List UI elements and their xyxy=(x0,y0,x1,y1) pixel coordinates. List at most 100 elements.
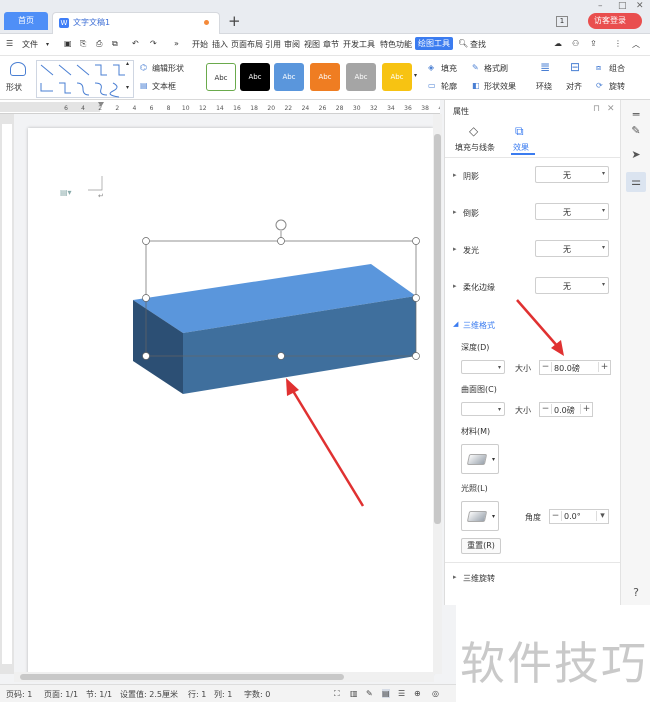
new-tab-icon[interactable]: + xyxy=(228,12,241,30)
tab-document[interactable]: W 文字文稿1 xyxy=(52,12,220,34)
window-count-badge[interactable]: 1 xyxy=(556,16,568,27)
minus-icon[interactable]: − xyxy=(540,404,552,414)
collapse-icon[interactable]: ◢ xyxy=(453,320,458,328)
three-d-format-label[interactable]: 三维格式 xyxy=(463,320,495,331)
angle-stepper[interactable]: − 0.0° ▾ xyxy=(549,509,609,524)
status-pages[interactable]: 页面: 1/1 xyxy=(44,689,78,700)
cloud-icon[interactable]: ☁ xyxy=(554,39,562,48)
web-view-icon[interactable]: ⊕ xyxy=(414,689,421,698)
plus-icon[interactable]: + xyxy=(580,404,592,414)
outline-icon[interactable]: ▭ xyxy=(428,81,436,90)
minus-icon[interactable]: − xyxy=(540,362,552,372)
tab-home[interactable]: 首页 xyxy=(4,12,48,30)
effect-icon[interactable]: ⧉ xyxy=(515,124,524,139)
style-orange[interactable]: Abc xyxy=(310,63,340,91)
menu-developer[interactable]: 开发工具 xyxy=(343,39,375,50)
style-black[interactable]: Abc xyxy=(240,63,270,91)
undo-icon[interactable]: ↶ xyxy=(132,39,139,48)
outline-view-icon[interactable]: ☰ xyxy=(398,689,405,698)
depth-stepper[interactable]: − 80.0磅 + xyxy=(539,360,611,375)
menu-special[interactable]: 特色功能 xyxy=(380,39,412,50)
group-icon[interactable]: ⧈ xyxy=(596,63,601,73)
soft-edge-select[interactable]: 无 ▾ xyxy=(535,277,609,294)
style-gray[interactable]: Abc xyxy=(346,63,376,91)
redo-icon[interactable]: ↷ xyxy=(150,39,157,48)
menu-chapter[interactable]: 章节 xyxy=(323,39,339,50)
menu-layout[interactable]: 页面布局 xyxy=(231,39,263,50)
shadow-select[interactable]: 无 ▾ xyxy=(535,166,609,183)
outline-label[interactable]: 轮廓 xyxy=(441,81,457,92)
style-white[interactable]: Abc xyxy=(206,63,236,91)
menu-drawing-tools[interactable]: 绘图工具 xyxy=(415,37,453,50)
three-d-rotation-label[interactable]: 三维旋转 xyxy=(463,573,495,584)
share-icon[interactable]: ⇪ xyxy=(590,39,597,48)
depth-value[interactable]: 80.0磅 xyxy=(554,363,596,374)
fill-icon[interactable]: ◈ xyxy=(428,63,434,72)
format-brush-icon[interactable]: ✎ xyxy=(472,63,479,72)
tab-fill-line[interactable]: 填充与线条 xyxy=(455,142,495,153)
style-blue[interactable]: Abc xyxy=(274,63,304,91)
more-options-icon[interactable]: ⋮ xyxy=(614,39,622,48)
shadow-row[interactable]: ▸ 阴影 无 ▾ xyxy=(453,166,615,186)
shape-label[interactable]: 形状 xyxy=(6,82,22,93)
reflection-row[interactable]: ▸ 倒影 无 ▾ xyxy=(453,203,615,223)
menu-review[interactable]: 审阅 xyxy=(284,39,300,50)
plus-icon[interactable]: + xyxy=(598,362,610,372)
properties-icon[interactable]: ⚌ xyxy=(626,172,646,192)
rotate-handle-icon[interactable] xyxy=(275,219,287,231)
shape-icon[interactable] xyxy=(10,62,26,76)
shape-effect-icon[interactable]: ◧ xyxy=(472,81,480,90)
shape-gallery[interactable] xyxy=(36,60,134,98)
write-mode-icon[interactable]: ✎ xyxy=(366,689,373,698)
contour-stepper[interactable]: − 0.0磅 + xyxy=(539,402,593,417)
menu-reference[interactable]: 引用 xyxy=(265,39,281,50)
status-col[interactable]: 列: 1 xyxy=(214,689,232,700)
contour-value[interactable]: 0.0磅 xyxy=(554,405,578,416)
soft-edge-row[interactable]: ▸ 柔化边缘 无 ▾ xyxy=(453,277,615,297)
menu-search[interactable]: 查找 xyxy=(470,39,486,50)
status-section[interactable]: 节: 1/1 xyxy=(86,689,112,700)
angle-value[interactable]: 0.0° xyxy=(564,512,594,521)
export-icon[interactable]: ⎘ xyxy=(80,39,86,49)
gallery-up-icon[interactable]: ▴ xyxy=(126,60,129,67)
hscroll-thumb[interactable] xyxy=(20,674,344,680)
format-brush-label[interactable]: 格式刷 xyxy=(484,63,508,74)
save-icon[interactable]: ▣ xyxy=(64,39,72,48)
menu-insert[interactable]: 插入 xyxy=(212,39,228,50)
rail-menu-icon[interactable]: ═ xyxy=(629,108,643,122)
read-mode-icon[interactable]: ▥ xyxy=(350,689,358,698)
rotate-label[interactable]: 旋转 xyxy=(609,81,625,92)
chevron-down-icon[interactable]: ▾ xyxy=(596,511,608,521)
vscroll-thumb[interactable] xyxy=(434,134,441,524)
glow-select[interactable]: 无 ▾ xyxy=(535,240,609,257)
status-page-number[interactable]: 页码: 1 xyxy=(6,689,32,700)
reflection-select[interactable]: 无 ▾ xyxy=(535,203,609,220)
status-row[interactable]: 行: 1 xyxy=(188,689,206,700)
preview-icon[interactable]: ⧉ xyxy=(112,39,118,49)
styles-more-icon[interactable]: ▾ xyxy=(414,72,417,79)
print-icon[interactable]: ⎙ xyxy=(96,39,102,49)
fill-label[interactable]: 填充 xyxy=(441,63,457,74)
status-words[interactable]: 字数: 0 xyxy=(244,689,270,700)
shape-effect-label[interactable]: 形状效果 xyxy=(484,81,516,92)
menu-view[interactable]: 视图 xyxy=(304,39,320,50)
fill-line-icon[interactable]: ◇ xyxy=(469,124,478,138)
style-yellow[interactable]: Abc xyxy=(382,63,412,91)
reset-button[interactable]: 重置(R) xyxy=(461,538,501,554)
lighting-select[interactable]: ▾ xyxy=(461,501,499,531)
align-icon[interactable]: ⊟ xyxy=(570,60,580,74)
pin-icon[interactable]: ⊓ xyxy=(593,104,600,114)
material-select[interactable]: ▾ xyxy=(461,444,499,474)
glow-row[interactable]: ▸ 发光 无 ▾ xyxy=(453,240,615,260)
eye-protect-icon[interactable]: ◎ xyxy=(432,689,439,698)
horizontal-scrollbar[interactable] xyxy=(14,672,434,682)
hamburger-icon[interactable]: ☰ xyxy=(6,39,13,48)
edit-shape-label[interactable]: 编辑形状 xyxy=(152,63,184,74)
menu-file[interactable]: 文件 xyxy=(22,39,38,50)
group-label[interactable]: 组合 xyxy=(609,63,625,74)
rail-help-icon[interactable]: ? xyxy=(629,586,643,600)
chevron-down-icon[interactable]: ▾ xyxy=(46,41,49,48)
focus-mode-icon[interactable]: ⛶ xyxy=(334,689,340,699)
vertical-scrollbar[interactable] xyxy=(433,114,442,674)
document-page[interactable]: ↵ ▤▾ xyxy=(28,128,433,674)
